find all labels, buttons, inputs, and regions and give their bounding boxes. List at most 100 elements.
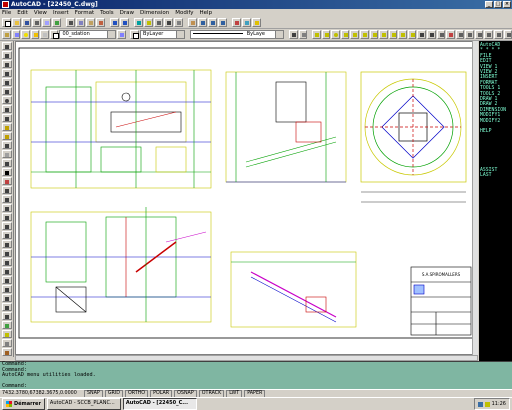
osnap-intersection-icon[interactable] [359,30,369,39]
plotstyle-icon[interactable] [298,30,308,39]
offset-icon[interactable] [484,30,494,39]
hatch-icon[interactable] [1,150,12,158]
tracking-icon[interactable] [144,18,153,27]
menu-view[interactable]: View [34,9,47,17]
close-button[interactable]: × [503,1,511,8]
linetype-dropdown[interactable]: ByLaye [190,30,285,39]
maximize-button[interactable]: □ [494,1,502,8]
osnap-center-icon[interactable] [331,30,340,39]
chevron-down-icon[interactable] [107,31,116,38]
osnap-tangent-icon[interactable] [379,30,388,39]
drawing-canvas[interactable]: S.A.SPIROMALLERS [15,41,478,355]
copy-icon[interactable] [76,18,85,27]
layer-dropdown[interactable]: 00_sdation [59,30,117,39]
mtext-icon[interactable] [1,168,12,176]
match-properties-icon[interactable] [96,18,105,27]
screen-menu-help[interactable]: HELP [480,129,511,134]
zoom-window-icon[interactable] [208,18,217,27]
spell-icon[interactable] [52,18,61,27]
hyperlink-icon[interactable] [134,18,143,27]
minimize-button[interactable]: _ [485,1,493,8]
screen-menu-last[interactable]: LAST [480,173,511,178]
stretch-object-icon[interactable] [1,249,12,257]
pan-icon[interactable] [188,18,197,27]
circle-icon[interactable] [1,96,12,104]
osnap-perpendicular-icon[interactable] [369,30,379,39]
open-icon[interactable] [12,18,21,27]
sun-icon[interactable] [30,30,40,39]
insert-block-icon[interactable] [1,123,12,131]
trim-object-icon[interactable] [1,267,12,275]
layer-gray-icon[interactable] [1,339,12,347]
lock-icon[interactable] [40,30,49,39]
preview-icon[interactable] [42,18,51,27]
chevron-down-icon[interactable] [176,31,185,38]
rectangle-icon[interactable] [1,78,12,86]
erase-icon[interactable] [1,177,12,185]
text-style-icon[interactable] [417,30,426,39]
explode-icon[interactable] [446,30,455,39]
ucs-icon[interactable] [154,18,163,27]
dim-style-icon[interactable] [426,30,436,39]
cut-icon[interactable] [66,18,75,27]
explode-object-icon[interactable] [1,312,12,320]
new-icon[interactable] [2,18,11,27]
trim-icon[interactable] [494,30,503,39]
fillet-icon[interactable] [1,303,12,311]
osnap-node-icon[interactable] [340,30,350,39]
spline-icon[interactable] [1,105,12,113]
make-block-icon[interactable] [1,132,12,140]
osnap-quadrant-icon[interactable] [350,30,359,39]
array-object-icon[interactable] [1,213,12,221]
start-button[interactable]: Démarrer [2,398,45,410]
redraw-icon[interactable] [174,18,183,27]
layer-green-icon[interactable] [1,321,12,329]
layer-previous-icon[interactable] [117,30,126,39]
menu-insert[interactable]: Insert [53,9,69,17]
extend-object-icon[interactable] [1,276,12,284]
construction-line-icon[interactable] [1,51,12,59]
zoom-realtime-icon[interactable] [198,18,207,27]
zoom-previous-icon[interactable] [218,18,227,27]
menu-dimension[interactable]: Dimension [140,9,169,17]
copy-object-icon[interactable] [1,186,12,194]
taskbar-button-autocad-current[interactable]: AutoCAD - [22450_C... [122,398,197,410]
menu-help[interactable]: Help [200,9,213,17]
mirror-icon[interactable] [465,30,474,39]
screen-menu-modify2[interactable]: MODIFY2 [480,119,511,124]
polyline-icon[interactable] [1,60,12,68]
osnap-midpoint-icon[interactable] [321,30,331,39]
menu-modify[interactable]: Modify [175,9,193,17]
break-icon[interactable] [1,285,12,293]
block-icon[interactable] [436,30,446,39]
color-dropdown[interactable]: ByLayer [140,30,186,39]
properties-icon[interactable] [232,18,241,27]
move-icon[interactable] [1,222,12,230]
design-center-icon[interactable] [242,18,251,27]
menu-file[interactable]: File [2,9,11,17]
network-icon[interactable] [477,401,483,407]
autocad-app-icon[interactable] [2,1,9,8]
ellipse-icon[interactable] [1,114,12,122]
chevron-down-icon[interactable] [275,31,284,38]
layer-brown-icon[interactable] [1,348,12,356]
osnap-endpoint-icon[interactable] [312,30,321,39]
line-icon[interactable] [1,42,12,50]
menu-edit[interactable]: Edit [17,9,28,17]
taskbar-button-autocad-sccb[interactable]: AutoCAD - SCCB_PLANC... [46,398,121,410]
help-icon[interactable] [252,18,261,27]
lightbulb-icon[interactable] [21,30,30,39]
polygon-icon[interactable] [1,69,12,77]
arc-icon[interactable] [1,87,12,95]
offset-object-icon[interactable] [1,204,12,212]
redo-icon[interactable] [120,18,129,27]
print-icon[interactable] [32,18,41,27]
lengthen-icon[interactable] [1,258,12,266]
menu-format[interactable]: Format [75,9,94,17]
osnap-settings-icon[interactable] [407,30,417,39]
region-icon[interactable] [1,159,12,167]
scale-icon[interactable] [1,240,12,248]
osnap-nearest-icon[interactable] [388,30,398,39]
extend-icon[interactable] [503,30,512,39]
layers-icon[interactable] [2,30,11,39]
